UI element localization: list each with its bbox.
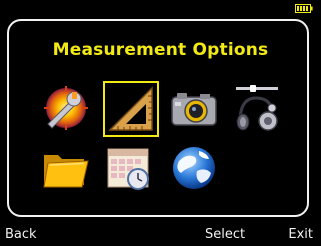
camera-icon xyxy=(171,93,217,126)
page-title: Measurement Options xyxy=(52,40,269,60)
menu-item-camera[interactable] xyxy=(169,84,219,134)
select-softkey[interactable]: Select xyxy=(205,227,245,242)
menu-item-folder[interactable] xyxy=(40,143,90,193)
settings-wrench-icon xyxy=(44,86,88,130)
folder-icon xyxy=(43,155,89,188)
audio-headset-icon xyxy=(236,85,278,131)
battery-icon xyxy=(295,4,313,13)
menu-item-measurement[interactable] xyxy=(103,81,159,137)
exit-softkey[interactable]: Exit xyxy=(288,227,313,242)
back-softkey[interactable]: Back xyxy=(5,227,37,242)
calendar-clock-icon xyxy=(107,148,149,190)
globe-icon xyxy=(173,147,215,189)
device-screen: Measurement Options Back Select Exit xyxy=(0,0,321,246)
ruler-triangle-icon xyxy=(108,86,153,131)
menu-item-date-time[interactable] xyxy=(104,143,154,193)
menu-item-settings[interactable] xyxy=(40,84,90,134)
menu-item-audio[interactable] xyxy=(232,84,282,134)
menu-item-language[interactable] xyxy=(169,143,219,193)
